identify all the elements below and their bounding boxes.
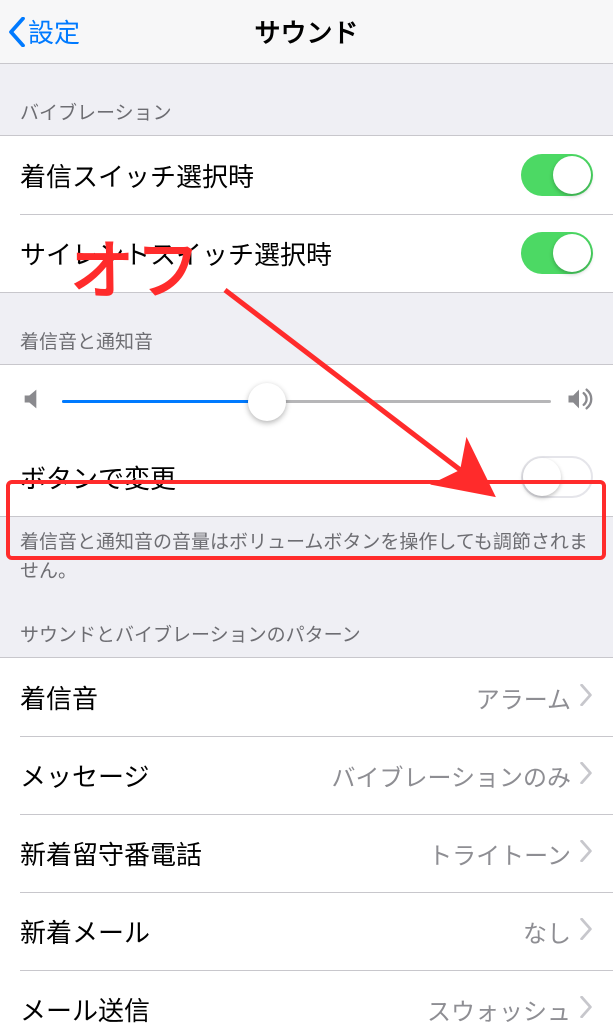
row-label: 着信音 xyxy=(20,679,98,716)
row-label: サイレントスイッチ選択時 xyxy=(20,235,332,272)
row-voicemail[interactable]: 新着留守番電話 トライトーン xyxy=(0,814,613,892)
group-patterns: 着信音 アラーム メッセージ バイブレーションのみ 新着留守番電話 トライトーン… xyxy=(0,657,613,1024)
row-label: 新着メール xyxy=(20,913,150,950)
volume-slider[interactable] xyxy=(62,400,551,403)
toggle-vibrate-on-ring[interactable] xyxy=(521,154,593,196)
section-header-ringtone: 着信音と通知音 xyxy=(0,293,613,364)
chevron-right-icon xyxy=(579,840,593,867)
row-label: 新着留守番電話 xyxy=(20,835,202,872)
navigation-bar: 設定 サウンド xyxy=(0,0,613,64)
back-button[interactable]: 設定 xyxy=(8,13,80,50)
row-volume-slider xyxy=(0,365,613,438)
footer-text-ringtone: 着信音と通知音の音量はボリュームボタンを操作しても調節されません。 xyxy=(0,517,613,586)
row-message[interactable]: メッセージ バイブレーションのみ xyxy=(0,736,613,814)
row-value: なし xyxy=(523,914,571,949)
row-value: バイブレーションのみ xyxy=(331,758,571,793)
section-header-patterns: サウンドとバイブレーションのパターン xyxy=(0,586,613,657)
chevron-left-icon xyxy=(8,17,26,47)
toggle-vibrate-on-silent[interactable] xyxy=(521,232,593,274)
row-value: スウォッシュ xyxy=(427,992,571,1024)
row-change-with-buttons[interactable]: ボタンで変更 xyxy=(0,438,613,516)
row-vibrate-on-silent[interactable]: サイレントスイッチ選択時 xyxy=(0,214,613,292)
group-ringtone: ボタンで変更 xyxy=(0,364,613,517)
row-ringtone[interactable]: 着信音 アラーム xyxy=(0,658,613,736)
row-label: メール送信 xyxy=(20,991,150,1024)
chevron-right-icon xyxy=(579,996,593,1023)
row-new-mail[interactable]: 新着メール なし xyxy=(0,892,613,970)
chevron-right-icon xyxy=(579,762,593,789)
chevron-right-icon xyxy=(579,918,593,945)
row-label: メッセージ xyxy=(20,757,149,794)
volume-high-icon xyxy=(565,385,593,418)
row-value: アラーム xyxy=(476,680,571,715)
page-title: サウンド xyxy=(0,13,613,50)
row-value: トライトーン xyxy=(428,836,571,871)
group-vibration: 着信スイッチ選択時 サイレントスイッチ選択時 xyxy=(0,135,613,293)
toggle-change-with-buttons[interactable] xyxy=(521,456,593,498)
row-label: 着信スイッチ選択時 xyxy=(20,157,254,194)
chevron-right-icon xyxy=(579,684,593,711)
row-label: ボタンで変更 xyxy=(20,459,176,496)
volume-low-icon xyxy=(20,385,48,418)
row-vibrate-on-ring[interactable]: 着信スイッチ選択時 xyxy=(0,136,613,214)
row-sent-mail[interactable]: メール送信 スウォッシュ xyxy=(0,970,613,1024)
back-label: 設定 xyxy=(28,13,80,50)
section-header-vibration: バイブレーション xyxy=(0,64,613,135)
